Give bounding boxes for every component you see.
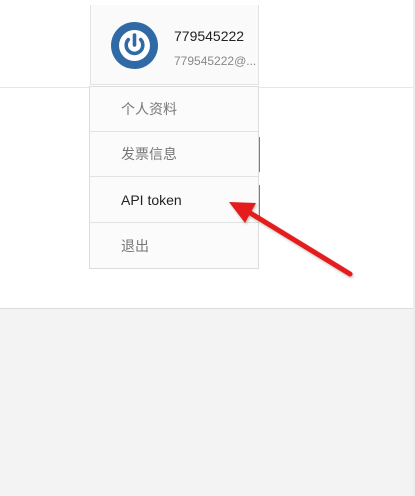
menu-item-logout[interactable]: 退出: [90, 224, 258, 269]
page-background: [0, 309, 415, 496]
user-email: 779545222@...: [174, 54, 257, 68]
power-icon: [111, 22, 158, 69]
user-dropdown-menu: 个人资料 发票信息 API token 退出: [89, 86, 259, 269]
menu-item-profile[interactable]: 个人资料: [90, 87, 258, 132]
menu-item-api-token[interactable]: API token: [90, 178, 258, 223]
user-card[interactable]: 779545222 779545222@...: [90, 5, 259, 85]
menu-item-invoice-info[interactable]: 发票信息: [90, 132, 258, 177]
power-icon-glyph: [119, 30, 150, 61]
user-name: 779545222: [174, 28, 245, 44]
